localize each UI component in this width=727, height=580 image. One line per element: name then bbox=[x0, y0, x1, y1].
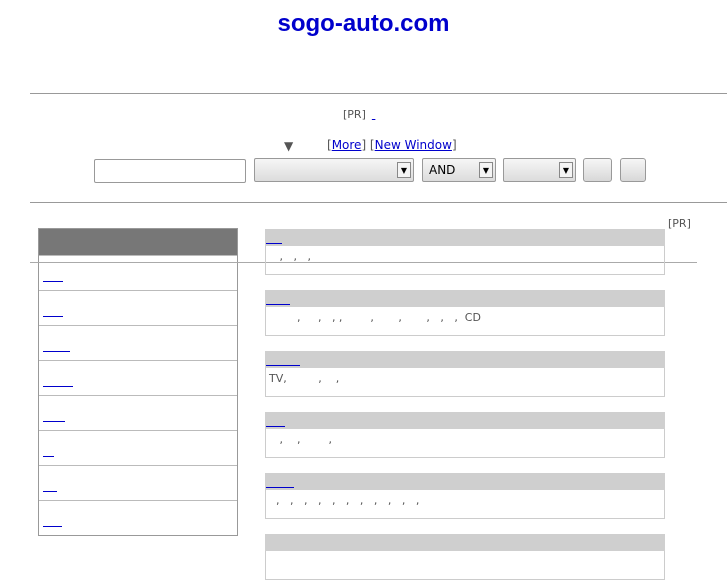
operator-select[interactable]: AND ▼ bbox=[422, 158, 496, 182]
category-block: TV, , , bbox=[265, 351, 665, 397]
category-link[interactable] bbox=[266, 487, 294, 488]
category-header bbox=[265, 229, 665, 246]
middle-divider bbox=[30, 202, 727, 203]
search-button[interactable] bbox=[583, 158, 612, 182]
sidebar bbox=[38, 228, 238, 536]
sidebar-item bbox=[39, 430, 237, 465]
sidebar-item bbox=[39, 465, 237, 500]
category-link[interactable] bbox=[266, 243, 282, 244]
site-title: sogo-auto.com bbox=[277, 10, 450, 37]
sidebar-item-link[interactable] bbox=[43, 456, 54, 457]
chevron-down-icon: ▼ bbox=[397, 162, 411, 178]
pr-top-link[interactable] bbox=[372, 108, 394, 121]
sidebar-item-link[interactable] bbox=[43, 351, 70, 352]
category-header bbox=[265, 473, 665, 490]
sidebar-item bbox=[39, 290, 237, 325]
category-block: , , , bbox=[265, 229, 665, 275]
category-header bbox=[265, 534, 665, 551]
sidebar-item-link[interactable] bbox=[43, 386, 73, 387]
third-select[interactable]: ▼ bbox=[503, 158, 576, 182]
category-link[interactable] bbox=[266, 426, 285, 427]
category-link[interactable] bbox=[266, 304, 290, 305]
sidebar-item-link[interactable] bbox=[43, 491, 57, 492]
sidebar-item-link[interactable] bbox=[43, 281, 63, 282]
chevron-down-icon: ▼ bbox=[559, 162, 573, 178]
sidebar-item bbox=[39, 395, 237, 430]
sidebar-item bbox=[39, 360, 237, 395]
category-desc: , , , bbox=[265, 429, 665, 458]
category-block: , , , , , , , , , , , bbox=[265, 473, 665, 519]
category-desc: , , , , , , , , , , , bbox=[265, 490, 665, 519]
category-desc bbox=[265, 551, 665, 580]
category-link[interactable] bbox=[266, 365, 300, 366]
operator-select-value: AND bbox=[429, 163, 456, 177]
sidebar-item-link[interactable] bbox=[43, 316, 63, 317]
pr-top-label: [PR] bbox=[343, 108, 366, 121]
sidebar-item bbox=[39, 325, 237, 360]
sidebar-item bbox=[39, 255, 237, 290]
sidebar-item bbox=[39, 500, 237, 535]
pr-top: [PR] bbox=[343, 108, 394, 121]
category-desc: , , , bbox=[265, 246, 665, 275]
category-desc: TV, , , bbox=[265, 368, 665, 397]
category-block bbox=[265, 534, 665, 580]
category-header bbox=[265, 412, 665, 429]
category-block: , , , , , , , , , CD bbox=[265, 290, 665, 336]
chevron-down-icon: ▼ bbox=[479, 162, 493, 178]
search-web-button[interactable] bbox=[620, 158, 646, 182]
top-divider bbox=[30, 93, 727, 94]
category-desc: , , , , , , , , , CD bbox=[265, 307, 665, 336]
sidebar-header bbox=[39, 229, 237, 255]
new-window-link[interactable]: New Window bbox=[375, 138, 452, 152]
sidebar-item-link[interactable] bbox=[43, 526, 62, 527]
more-link[interactable]: More bbox=[332, 138, 362, 152]
search-links: [More] [New Window] bbox=[327, 138, 457, 152]
category-block: , , , bbox=[265, 412, 665, 458]
pr-right: [PR] bbox=[668, 217, 691, 230]
category-header bbox=[265, 290, 665, 307]
sidebar-item-link[interactable] bbox=[43, 421, 65, 422]
category-select[interactable]: ▼ bbox=[254, 158, 414, 182]
search-input[interactable] bbox=[94, 159, 246, 183]
dropdown-triangle-icon: ▼ bbox=[284, 139, 294, 153]
category-header bbox=[265, 351, 665, 368]
